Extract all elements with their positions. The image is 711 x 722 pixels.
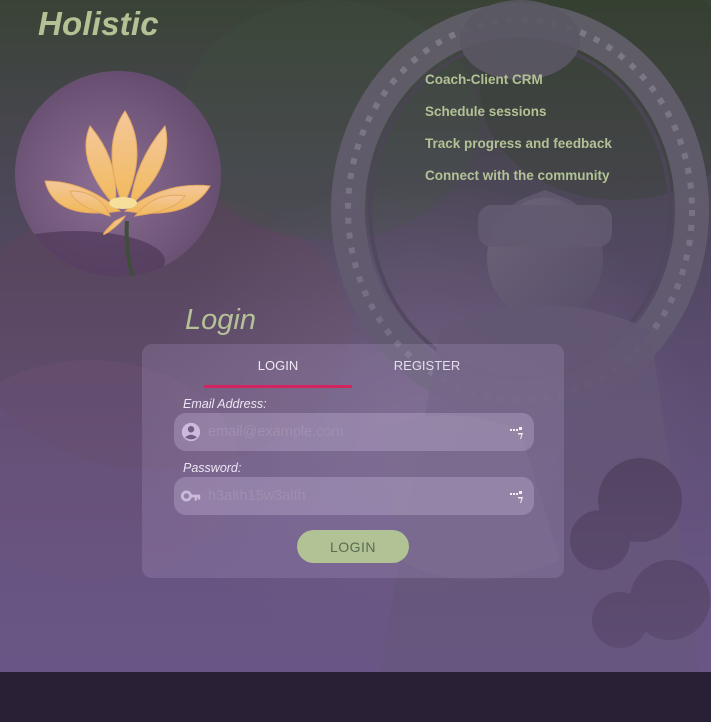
- tab-login[interactable]: LOGIN: [204, 358, 352, 373]
- footer-bar: [0, 672, 711, 722]
- password-field-wrapper: [174, 477, 534, 515]
- key-icon: [180, 485, 202, 507]
- feature-list: Coach-Client CRM Schedule sessions Track…: [425, 72, 612, 200]
- feature-item: Schedule sessions: [425, 104, 547, 119]
- password-input[interactable]: [208, 477, 498, 515]
- email-field-wrapper: [174, 413, 534, 451]
- lotus-image: [15, 71, 221, 277]
- password-label: Password:: [183, 461, 242, 475]
- lotus-flower-illustration: [15, 71, 221, 277]
- account-circle-icon: [180, 421, 202, 443]
- login-card: LOGIN REGISTER Email Address: Password: …: [142, 344, 564, 578]
- feature-item: Coach-Client CRM: [425, 72, 543, 87]
- password-manager-icon[interactable]: [510, 490, 524, 504]
- feature-item: Track progress and feedback: [425, 136, 612, 151]
- email-input[interactable]: [208, 413, 498, 451]
- brand-title: Holistic: [38, 5, 159, 42]
- login-heading: Login: [185, 304, 256, 336]
- tab-register[interactable]: REGISTER: [352, 358, 502, 373]
- feature-item: Connect with the community: [425, 168, 610, 183]
- login-button[interactable]: LOGIN: [297, 530, 409, 563]
- email-label: Email Address:: [183, 397, 267, 411]
- active-tab-indicator: [204, 385, 352, 388]
- password-manager-icon[interactable]: [510, 426, 524, 440]
- auth-tabs: LOGIN REGISTER: [142, 344, 564, 388]
